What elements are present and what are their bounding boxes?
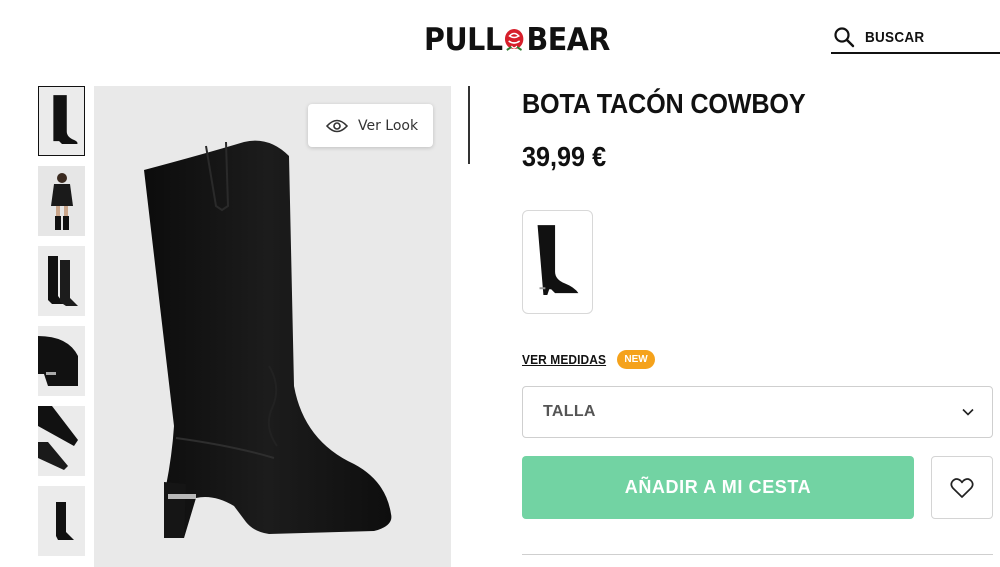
size-guide: VER MEDIDAS NEW — [522, 350, 655, 369]
boot-image — [144, 140, 392, 538]
thumbnail-heel-detail[interactable] — [38, 326, 85, 396]
thumbnail-boot-side[interactable] — [38, 86, 85, 156]
brand-text-left: PULL — [424, 22, 503, 58]
thumbnail-toe-detail[interactable] — [38, 406, 85, 476]
thumbnail-list — [38, 86, 86, 566]
gallery-scrollbar[interactable] — [468, 86, 470, 164]
brand-logo[interactable]: PULL BEAR — [424, 22, 610, 58]
brand-text-right: BEAR — [526, 22, 610, 58]
search-icon[interactable] — [833, 26, 855, 48]
eye-icon — [326, 119, 348, 132]
size-select-label: TALLA — [543, 403, 596, 420]
color-option-black[interactable] — [522, 210, 593, 314]
main-product-image[interactable]: Ver Look — [94, 86, 451, 567]
product-title: BOTA TACÓN COWBOY — [522, 88, 806, 119]
add-to-cart-button[interactable]: AÑADIR A MI CESTA — [522, 456, 914, 519]
search-label[interactable]: BUSCAR — [865, 29, 924, 46]
thumbnail-boots-pair[interactable] — [38, 246, 85, 316]
section-divider — [522, 554, 993, 555]
product-price: 39,99 € — [522, 141, 607, 172]
size-select[interactable]: TALLA — [522, 386, 993, 438]
heart-icon — [950, 477, 974, 498]
rose-icon — [503, 26, 525, 54]
new-badge: NEW — [617, 350, 655, 369]
ver-look-label: Ver Look — [358, 117, 419, 134]
ver-medidas-link[interactable]: VER MEDIDAS — [522, 352, 606, 367]
ver-look-button[interactable]: Ver Look — [308, 104, 433, 147]
thumbnail-model-wearing[interactable] — [38, 166, 85, 236]
chevron-down-icon — [962, 408, 974, 416]
wishlist-button[interactable] — [931, 456, 993, 519]
thumbnail-boot-side-small[interactable] — [38, 486, 85, 556]
search-bar[interactable]: BUSCAR — [831, 22, 1000, 54]
